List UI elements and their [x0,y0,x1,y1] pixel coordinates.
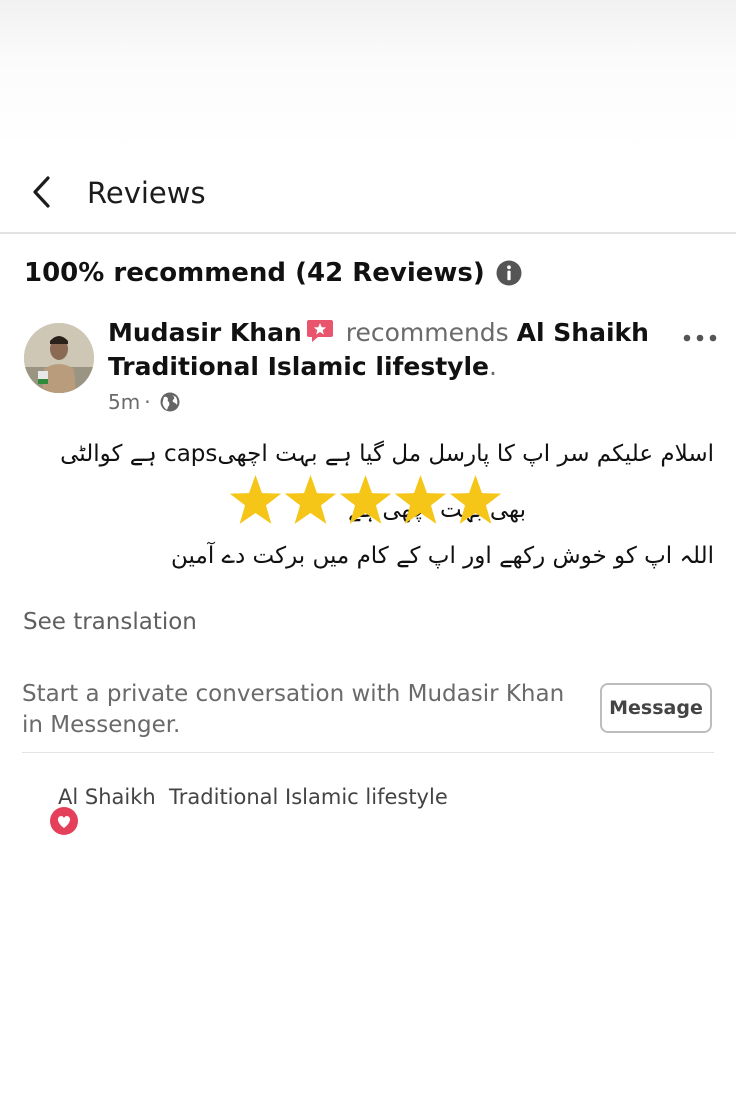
page-title: Reviews [87,176,206,210]
heart-recommend-icon [22,782,78,835]
star-icon [339,475,392,524]
chevron-left-icon [33,176,50,208]
header-bar: Reviews [0,150,736,234]
more-dots-icon [683,334,717,342]
status-area [0,0,736,150]
footer-page-row[interactable]: Al Shaikh Traditional Islamic lifestyle [22,782,448,835]
star-rating [229,475,502,524]
top-fan-badge-icon [306,318,334,344]
footer-page-name: Al Shaikh Traditional Islamic lifestyle [58,785,448,809]
author-name[interactable]: Mudasir Khan [108,318,302,347]
back-button[interactable] [26,172,62,212]
private-conversation-text: Start a private conversation with Mudasi… [22,681,565,738]
star-icon [229,475,282,524]
see-translation-link[interactable]: See translation [23,609,197,635]
avatar[interactable] [24,323,94,393]
timestamp[interactable]: 5m [108,390,140,414]
recommend-summary-text: 100% recommend (42 Reviews) [24,258,485,288]
review-text-line: اسلام علیکم سر اپ کا پارسل مل گیا ہے بہت… [60,441,714,467]
globe-icon [159,391,181,413]
review-meta: 5m · [108,390,181,414]
recommend-summary: 100% recommend (42 Reviews) [24,258,523,288]
info-icon[interactable] [495,259,523,287]
review-header: Mudasir Khan recommends Al Shaikh Tradit… [108,316,668,384]
recommend-verb: recommends [345,318,509,347]
star-icon [394,475,447,524]
meta-separator: · [144,390,151,414]
message-button[interactable]: Message [600,683,712,733]
star-icon [284,475,337,524]
page-name-period: . [489,352,497,381]
star-icon [449,475,502,524]
divider [22,752,714,753]
review-text-line: اللہ اپ کو خوش رکھے اور اپ کے کام میں بر… [171,543,714,569]
more-options-button[interactable] [680,330,720,346]
